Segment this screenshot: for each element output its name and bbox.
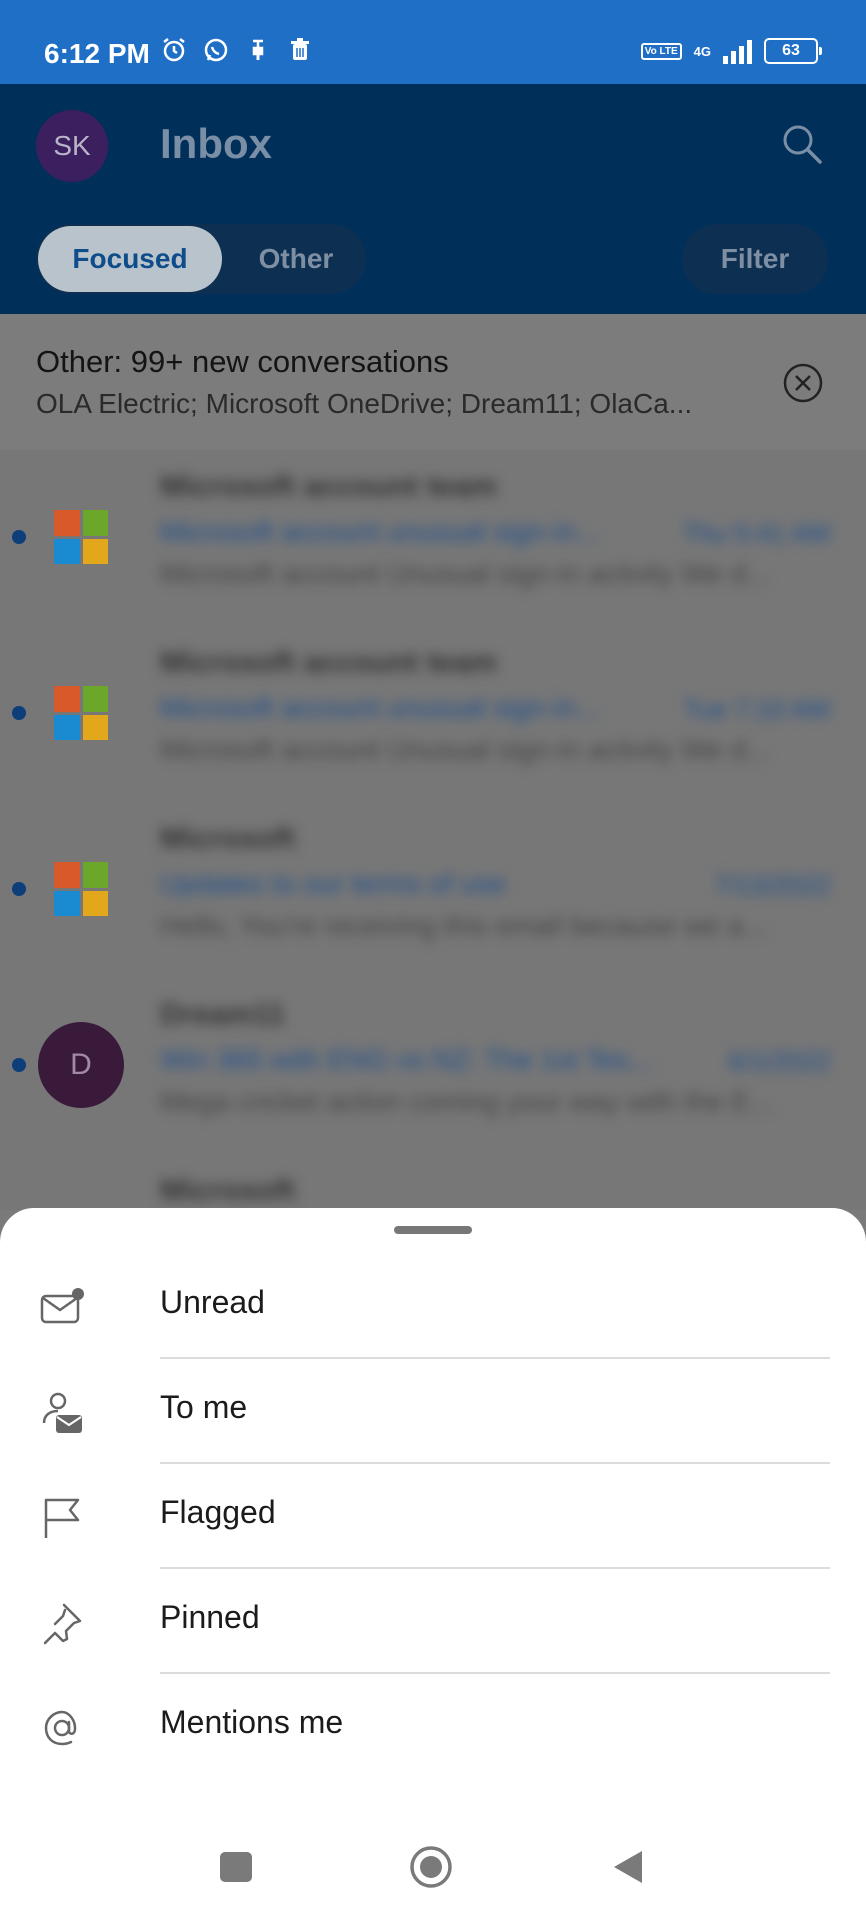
microsoft-logo-icon xyxy=(54,862,108,916)
filter-option-mentions-me[interactable]: Mentions me xyxy=(0,1674,866,1779)
message-preview: Microsoft account Unusual sign-in activi… xyxy=(160,734,770,765)
back-button[interactable] xyxy=(612,1849,644,1885)
microsoft-logo-icon xyxy=(54,686,108,740)
status-time: 6:12 PM xyxy=(44,38,150,69)
message-sender: Microsoft account team xyxy=(160,470,497,503)
list-item[interactable]: Microsoft account team Microsoft account… xyxy=(0,626,866,802)
list-item[interactable]: D Dream11 Win 365 with ENG vs NZ: The 1s… xyxy=(0,978,866,1154)
unread-dot xyxy=(12,530,26,544)
network-type: 4G xyxy=(693,43,711,59)
filter-option-label: Unread xyxy=(160,1284,265,1320)
signal-icon xyxy=(723,38,752,64)
flag-icon xyxy=(44,1498,80,1538)
list-item[interactable]: Microsoft account team Microsoft account… xyxy=(0,450,866,626)
tab-other[interactable]: Other xyxy=(236,226,356,292)
message-preview: Mega cricket action coming your way with… xyxy=(160,1086,774,1117)
message-date: 6/1/2022 xyxy=(728,1046,830,1076)
message-sender: Dream11 xyxy=(160,998,286,1031)
message-sender: Microsoft account team xyxy=(160,646,497,679)
filter-option-unread[interactable]: Unread xyxy=(0,1254,866,1359)
message-sender: Microsoft xyxy=(160,822,295,855)
whatsapp-icon xyxy=(204,38,228,62)
other-inbox-banner[interactable] xyxy=(0,314,866,450)
search-icon[interactable] xyxy=(780,122,824,166)
battery-icon: 63 xyxy=(764,38,822,64)
filter-option-label: To me xyxy=(160,1389,248,1425)
status-notification-icons xyxy=(160,36,314,64)
filter-option-pinned[interactable]: Pinned xyxy=(0,1569,866,1674)
sender-avatar: D xyxy=(38,1022,124,1108)
list-item[interactable]: Microsoft Updates to our terms of use 7/… xyxy=(0,802,866,978)
mail-unread-icon xyxy=(40,1288,84,1324)
microsoft-logo-icon xyxy=(54,510,108,564)
unread-dot xyxy=(12,1058,26,1072)
battery-level: 63 xyxy=(782,42,800,59)
person-mail-icon xyxy=(42,1392,82,1433)
message-date: 7/13/2022 xyxy=(714,870,830,900)
message-subject: Win 365 with ENG vs NZ: The 1st Tes... xyxy=(160,1044,653,1075)
status-bar: 6:12 PM Vo LTE 4G 63 xyxy=(0,0,866,84)
filter-option-to-me[interactable]: To me xyxy=(0,1359,866,1464)
message-preview: Hello, You're receiving this email becau… xyxy=(160,910,767,941)
filter-option-label: Mentions me xyxy=(160,1704,344,1740)
message-preview: Microsoft account Unusual sign-in activi… xyxy=(160,558,770,589)
volte-indicator: Vo LTE xyxy=(640,42,682,60)
filter-option-label: Flagged xyxy=(160,1494,276,1530)
recents-button[interactable] xyxy=(220,1852,252,1882)
filter-option-flagged[interactable]: Flagged xyxy=(0,1464,866,1569)
page-title: Inbox xyxy=(160,120,272,167)
trash-icon xyxy=(291,38,309,60)
unread-dot xyxy=(12,882,26,896)
message-subject: Microsoft account unusual sign-in... xyxy=(160,516,599,547)
scooter-icon xyxy=(252,39,264,60)
pin-icon xyxy=(43,1603,82,1645)
tab-focused[interactable]: Focused xyxy=(38,226,222,292)
close-icon[interactable] xyxy=(782,362,824,404)
message-subject: Updates to our terms of use xyxy=(160,868,506,899)
alarm-icon xyxy=(163,38,185,62)
message-date: Tue 7:10 AM xyxy=(683,694,830,724)
status-right-icons: Vo LTE 4G 63 xyxy=(640,38,822,64)
at-icon xyxy=(44,1710,77,1746)
message-subject: Microsoft account unusual sign-in... xyxy=(160,692,599,723)
message-date: Thu 5:41 AM xyxy=(682,518,830,548)
home-button[interactable] xyxy=(410,1846,452,1888)
sheet-drag-handle[interactable] xyxy=(394,1226,472,1234)
message-list: Microsoft account team Microsoft account… xyxy=(0,450,866,1210)
filter-button[interactable]: Filter xyxy=(682,224,828,294)
filter-option-label: Pinned xyxy=(160,1599,260,1635)
account-avatar[interactable]: SK xyxy=(36,110,108,182)
banner-title: Other: 99+ new conversations xyxy=(36,344,449,379)
message-sender: Microsoft xyxy=(160,1174,295,1207)
unread-dot xyxy=(12,706,26,720)
banner-subtitle: OLA Electric; Microsoft OneDrive; Dream1… xyxy=(36,388,693,419)
